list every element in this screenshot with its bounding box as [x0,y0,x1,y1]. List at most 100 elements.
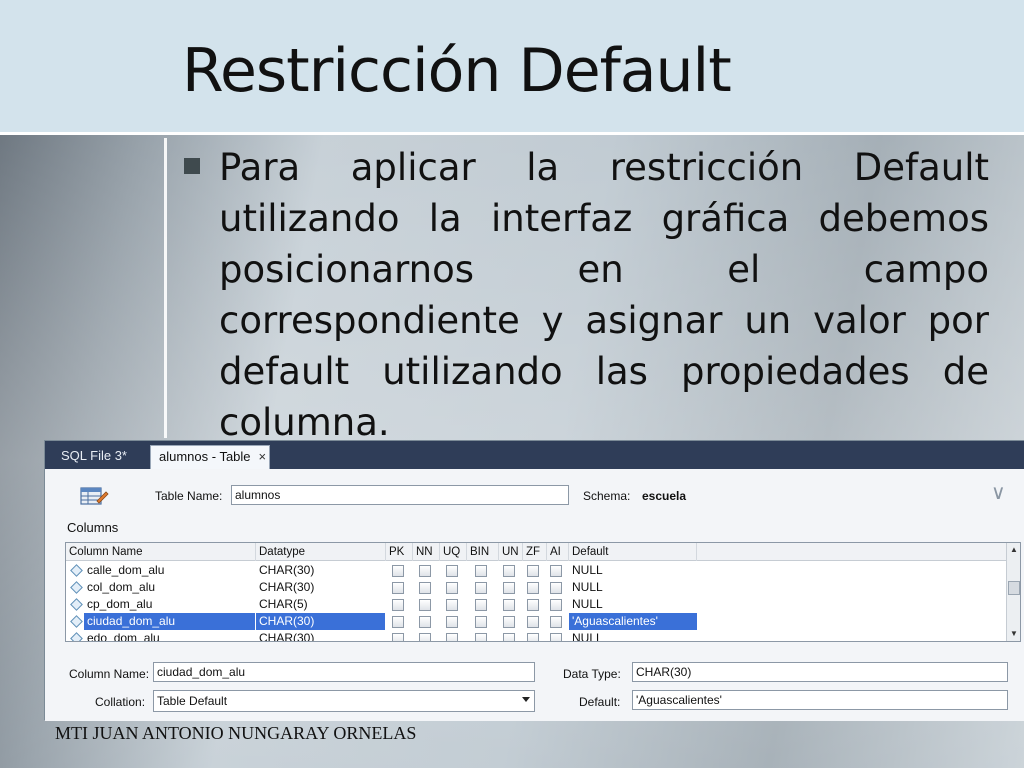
slide-footer: MTI JUAN ANTONIO NUNGARAY ORNELAS [55,723,417,743]
flag-checkbox[interactable] [503,565,515,577]
cell-column-name[interactable]: cp_dom_alu [84,596,255,613]
table-editor-pane: Table Name: alumnos Schema: escuela ∨ Co… [45,469,1024,721]
chevron-down-icon [522,697,530,702]
header-zf[interactable]: ZF [523,543,547,561]
header-bin[interactable]: BIN [467,543,499,561]
flag-checkbox[interactable] [550,565,562,577]
flag-checkbox[interactable] [503,582,515,594]
table-row[interactable]: cp_dom_alu CHAR(5) NULL [66,596,1006,613]
column-diamond-icon [70,632,83,641]
flag-checkbox[interactable] [392,582,404,594]
flag-checkbox[interactable] [527,633,539,641]
header-pk[interactable]: PK [386,543,413,561]
cell-datatype[interactable]: CHAR(30) [256,562,385,579]
column-diamond-icon [70,615,83,628]
flag-checkbox[interactable] [446,565,458,577]
flag-checkbox[interactable] [419,582,431,594]
flag-checkbox[interactable] [475,565,487,577]
cell-default[interactable]: NULL [569,562,697,579]
bullet-square-icon [184,158,200,174]
flag-checkbox[interactable] [392,633,404,641]
header-un[interactable]: UN [499,543,523,561]
tab-sql-file[interactable]: SQL File 3* [53,445,135,469]
cell-default[interactable]: 'Aguascalientes' [569,613,697,630]
data-type-label: Data Type: [563,667,621,681]
column-name-input[interactable]: ciudad_dom_alu [153,662,535,682]
tab-label: SQL File 3* [61,448,127,463]
cell-column-name[interactable]: calle_dom_alu [84,562,255,579]
header-uq[interactable]: UQ [440,543,467,561]
cell-column-name[interactable]: ciudad_dom_alu [84,613,255,630]
header-datatype[interactable]: Datatype [256,543,386,561]
double-chevron-down-icon[interactable]: ∨ [991,483,1006,503]
flag-checkbox[interactable] [550,633,562,641]
flag-checkbox[interactable] [475,633,487,641]
flag-checkbox[interactable] [392,599,404,611]
cell-datatype[interactable]: CHAR(30) [256,579,385,596]
header-default[interactable]: Default [569,543,697,561]
flag-checkbox[interactable] [446,599,458,611]
flag-checkbox[interactable] [475,582,487,594]
flag-checkbox[interactable] [550,582,562,594]
collation-select[interactable]: Table Default [153,690,535,712]
table-row[interactable]: edo_dom_alu CHAR(30) NULL [66,630,1006,641]
table-name-input[interactable]: alumnos [231,485,569,505]
flag-checkbox[interactable] [475,616,487,628]
grid-scrollbar[interactable]: ▲ ▼ [1006,543,1020,641]
default-input[interactable]: 'Aguascalientes' [632,690,1008,710]
flag-checkbox[interactable] [527,582,539,594]
flag-checkbox[interactable] [527,599,539,611]
table-row[interactable]: calle_dom_alu CHAR(30) NULL [66,562,1006,579]
column-name-label: Column Name: [69,667,150,681]
flag-checkbox[interactable] [419,565,431,577]
flag-checkbox[interactable] [446,616,458,628]
columns-grid: Column Name Datatype PK NN UQ BIN UN ZF … [65,542,1021,642]
flag-checkbox[interactable] [527,565,539,577]
tab-label: alumnos - Table [159,449,251,464]
flag-checkbox[interactable] [550,599,562,611]
flag-checkbox[interactable] [475,599,487,611]
flag-checkbox[interactable] [392,616,404,628]
flag-checkbox[interactable] [419,599,431,611]
grid-header: Column Name Datatype PK NN UQ BIN UN ZF … [66,543,1006,561]
header-column-name[interactable]: Column Name [66,543,256,561]
default-label: Default: [579,695,621,709]
cell-column-name[interactable]: col_dom_alu [84,579,255,596]
cell-column-name[interactable]: edo_dom_alu [84,630,255,641]
scroll-thumb[interactable] [1008,581,1020,595]
cell-datatype[interactable]: CHAR(5) [256,596,385,613]
flag-checkbox[interactable] [527,616,539,628]
tab-alumnos-table[interactable]: alumnos - Table × [150,445,270,469]
cell-default[interactable]: NULL [569,579,697,596]
flag-checkbox[interactable] [446,582,458,594]
slide-title: Restricción Default [182,36,732,106]
cell-default[interactable]: NULL [569,596,697,613]
cell-datatype[interactable]: CHAR(30) [256,613,385,630]
workbench-window: SQL File 3* alumnos - Table × Table Name:… [44,440,1024,721]
bullet-text: Para aplicar la restricción Default util… [219,146,989,444]
decorative-stripe [164,138,167,438]
flag-checkbox[interactable] [503,599,515,611]
header-nn[interactable]: NN [413,543,440,561]
table-name-label: Table Name: [155,489,223,503]
collation-selected: Table Default [157,694,228,708]
header-ai[interactable]: AI [547,543,569,561]
cell-datatype[interactable]: CHAR(30) [256,630,385,641]
scroll-up-icon[interactable]: ▲ [1010,545,1018,554]
table-row[interactable]: ciudad_dom_alu CHAR(30) 'Aguascalientes' [66,613,1006,630]
table-row[interactable]: col_dom_alu CHAR(30) NULL [66,579,1006,596]
schema-label: Schema: [583,489,631,503]
flag-checkbox[interactable] [392,565,404,577]
scroll-down-icon[interactable]: ▼ [1010,629,1018,638]
flag-checkbox[interactable] [503,616,515,628]
flag-checkbox[interactable] [419,633,431,641]
flag-checkbox[interactable] [550,616,562,628]
column-diamond-icon [70,564,83,577]
cell-default[interactable]: NULL [569,630,697,641]
close-icon[interactable]: × [259,449,267,464]
flag-checkbox[interactable] [446,633,458,641]
flag-checkbox[interactable] [503,633,515,641]
flag-checkbox[interactable] [419,616,431,628]
collation-label: Collation: [95,695,146,709]
data-type-input[interactable]: CHAR(30) [632,662,1008,682]
